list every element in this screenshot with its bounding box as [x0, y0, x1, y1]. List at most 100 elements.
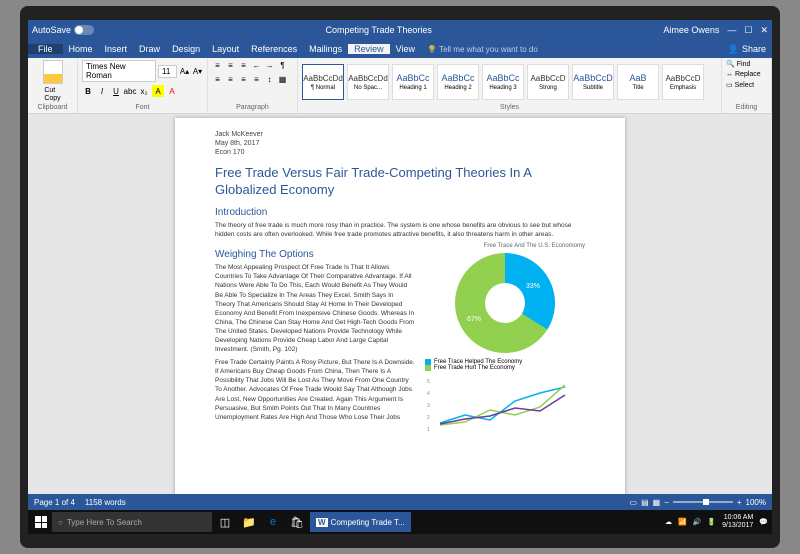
- italic-button[interactable]: I: [96, 85, 108, 97]
- ribbon-tabs: File Home Insert Draw Design Layout Refe…: [28, 40, 772, 58]
- line-spacing-button[interactable]: ↕: [264, 74, 275, 85]
- highlight-button[interactable]: A: [152, 85, 164, 97]
- find-button[interactable]: 🔍 Find: [726, 60, 750, 68]
- tab-layout[interactable]: Layout: [206, 44, 245, 54]
- status-bar: Page 1 of 4 1158 words ▭ ▤ ▦ − + 100%: [28, 494, 772, 510]
- notifications-icon[interactable]: 💬: [759, 518, 768, 526]
- tray-network-icon[interactable]: 📶: [678, 518, 687, 526]
- section-intro: Introduction: [215, 207, 585, 218]
- clipboard-label: Clipboard: [32, 104, 73, 111]
- tab-view[interactable]: View: [390, 44, 421, 54]
- style-no-spac-[interactable]: AaBbCcDdNo Spac...: [347, 64, 389, 100]
- style--normal[interactable]: AaBbCcDd¶ Normal: [302, 64, 344, 100]
- svg-text:2: 2: [427, 415, 430, 421]
- style-heading-3[interactable]: AaBbCcHeading 3: [482, 64, 524, 100]
- paragraph-label: Paragraph: [212, 104, 293, 111]
- tab-mailings[interactable]: Mailings: [303, 44, 348, 54]
- autosave-toggle[interactable]: AutoSave: [32, 25, 94, 35]
- tab-references[interactable]: References: [245, 44, 303, 54]
- view-print-icon[interactable]: ▤: [641, 498, 649, 507]
- legend-item-2: Free Trade Hurt The Economy: [425, 365, 585, 371]
- start-button[interactable]: [32, 513, 50, 531]
- edge-icon[interactable]: e: [262, 512, 284, 532]
- align-center-button[interactable]: ≡: [225, 74, 236, 85]
- document-area[interactable]: Jack McKeever May 8th, 2017 Econ 170 Fre…: [28, 114, 772, 494]
- align-left-button[interactable]: ≡: [212, 74, 223, 85]
- doc-author: Jack McKeever: [215, 130, 585, 139]
- style-emphasis[interactable]: AaBbCcDEmphasis: [662, 64, 704, 100]
- font-name-select[interactable]: Times New Roman: [82, 60, 156, 82]
- style-heading-1[interactable]: AaBbCcHeading 1: [392, 64, 434, 100]
- view-web-icon[interactable]: ▦: [653, 498, 661, 507]
- style-subtitle[interactable]: AaBbCcDSubtitle: [572, 64, 614, 100]
- zoom-out-button[interactable]: −: [664, 498, 669, 507]
- minimize-button[interactable]: —: [727, 25, 736, 36]
- tray-onedrive-icon[interactable]: ☁: [665, 518, 672, 526]
- justify-button[interactable]: ≡: [251, 74, 262, 85]
- line-chart[interactable]: 5 4 3 2 1: [425, 375, 575, 435]
- select-button[interactable]: ▭ Select: [726, 81, 754, 89]
- tab-insert[interactable]: Insert: [99, 44, 134, 54]
- shading-button[interactable]: ▦: [277, 74, 288, 85]
- share-icon: 👤: [728, 44, 739, 55]
- paragraph-group: ≡ ≡ ≡ ← → ¶ ≡ ≡ ≡ ≡ ↕ ▦ Paragraph: [208, 58, 298, 113]
- show-marks-button[interactable]: ¶: [277, 60, 288, 71]
- task-view-button[interactable]: ◫: [214, 512, 236, 532]
- windows-icon: [35, 516, 47, 528]
- weighing-p1: The Most Appealing Prospect Of Free Trad…: [215, 263, 415, 354]
- font-size-select[interactable]: 11: [158, 65, 177, 78]
- maximize-button[interactable]: ☐: [744, 25, 752, 36]
- page-indicator[interactable]: Page 1 of 4: [34, 498, 75, 507]
- tab-home[interactable]: Home: [63, 44, 99, 54]
- subscript-button[interactable]: x₂: [138, 85, 150, 97]
- share-button[interactable]: 👤 Share: [722, 44, 772, 55]
- store-icon[interactable]: 🛍: [286, 512, 308, 532]
- taskbar-app-word[interactable]: W Competing Trade T...: [310, 512, 411, 532]
- paste-button[interactable]: [43, 60, 63, 84]
- zoom-in-button[interactable]: +: [737, 498, 742, 507]
- increase-indent-button[interactable]: →: [264, 60, 275, 71]
- taskbar: ○ Type Here To Search ◫ 📁 e 🛍 W Competin…: [28, 510, 772, 534]
- close-button[interactable]: ✕: [760, 25, 768, 36]
- style-title[interactable]: AaBTitle: [617, 64, 659, 100]
- view-read-icon[interactable]: ▭: [630, 498, 638, 507]
- taskbar-clock[interactable]: 10:06 AM 9/13/2017: [722, 514, 753, 529]
- tab-file[interactable]: File: [28, 44, 63, 54]
- zoom-slider[interactable]: [673, 501, 733, 503]
- tray-battery-icon[interactable]: 🔋: [707, 518, 716, 526]
- zoom-level[interactable]: 100%: [746, 498, 766, 507]
- bold-button[interactable]: B: [82, 85, 94, 97]
- numbering-button[interactable]: ≡: [225, 60, 236, 71]
- explorer-icon[interactable]: 📁: [238, 512, 260, 532]
- word-count[interactable]: 1158 words: [85, 498, 126, 507]
- align-right-button[interactable]: ≡: [238, 74, 249, 85]
- tab-review[interactable]: Review: [348, 44, 390, 54]
- grow-font-button[interactable]: A▴: [179, 65, 190, 77]
- tab-draw[interactable]: Draw: [133, 44, 166, 54]
- multilevel-button[interactable]: ≡: [238, 60, 249, 71]
- taskbar-search[interactable]: ○ Type Here To Search: [52, 512, 212, 532]
- style-strong[interactable]: AaBbCcDStrong: [527, 64, 569, 100]
- svg-text:5: 5: [427, 379, 430, 385]
- doc-main-title: Free Trade Versus Fair Trade-Competing T…: [215, 165, 585, 199]
- copy-button[interactable]: Copy: [44, 95, 60, 103]
- document-page[interactable]: Jack McKeever May 8th, 2017 Econ 170 Fre…: [175, 118, 625, 494]
- cut-button[interactable]: Cut: [44, 87, 60, 95]
- underline-button[interactable]: U: [110, 85, 122, 97]
- tell-me-search[interactable]: 💡 Tell me what you want to do: [427, 45, 538, 54]
- tray-volume-icon[interactable]: 🔊: [693, 518, 702, 526]
- style-heading-2[interactable]: AaBbCcHeading 2: [437, 64, 479, 100]
- donut-chart[interactable]: 33% 67%: [455, 253, 555, 353]
- shrink-font-button[interactable]: A▾: [192, 65, 203, 77]
- replace-button[interactable]: ↔ Replace: [726, 71, 761, 78]
- strike-button[interactable]: abc: [124, 85, 136, 97]
- tab-design[interactable]: Design: [166, 44, 206, 54]
- svg-text:1: 1: [427, 427, 430, 433]
- bullets-button[interactable]: ≡: [212, 60, 223, 71]
- toggle-switch[interactable]: [74, 25, 94, 35]
- autosave-label: AutoSave: [32, 25, 71, 35]
- user-account[interactable]: Aimee Owens: [663, 25, 719, 35]
- decrease-indent-button[interactable]: ←: [251, 60, 262, 71]
- svg-text:3: 3: [427, 403, 430, 409]
- font-color-button[interactable]: A: [166, 85, 178, 97]
